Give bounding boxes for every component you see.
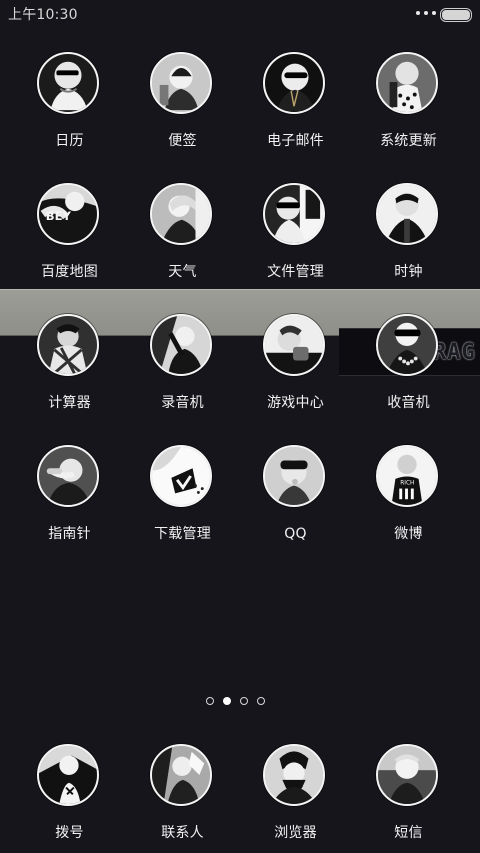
notes-label: 便签	[168, 133, 197, 149]
page-indicator	[206, 697, 265, 705]
qq-app[interactable]: QQ	[239, 445, 352, 576]
dialer-app[interactable]: 拨号	[13, 744, 126, 853]
system-update-app[interactable]: 系统更新	[352, 52, 465, 183]
calculator-label: 计算器	[48, 395, 91, 411]
weibo-label: 微博	[394, 526, 423, 542]
app-grid: 日历 便签 电子邮件 系统更新 BEY 百度地图 天气 文件管理 时钟 计算器 …	[0, 52, 480, 576]
browser-app[interactable]: 浏览器	[239, 744, 352, 853]
game-center-label: 游戏中心	[267, 395, 324, 411]
messages-icon[interactable]	[376, 744, 438, 806]
svg-text:RICH: RICH	[400, 481, 414, 487]
more-dots-icon[interactable]	[416, 11, 436, 15]
radio-icon[interactable]	[376, 314, 438, 376]
svg-text:BEY: BEY	[46, 209, 72, 223]
compass-icon[interactable]	[37, 445, 99, 507]
baidu-map-app[interactable]: BEY 百度地图	[13, 183, 126, 314]
page-dot-4[interactable]	[257, 697, 265, 705]
messages-app[interactable]: 短信	[352, 744, 465, 853]
calendar-app[interactable]: 日历	[13, 52, 126, 183]
email-label: 电子邮件	[267, 133, 324, 149]
page-dot-1[interactable]	[206, 697, 214, 705]
calculator-icon[interactable]	[37, 314, 99, 376]
system-update-label: 系统更新	[380, 133, 437, 149]
browser-icon[interactable]	[263, 744, 325, 806]
notes-app[interactable]: 便签	[126, 52, 239, 183]
weibo-app[interactable]: RICH 微博	[352, 445, 465, 576]
download-manager-app[interactable]: 下载管理	[126, 445, 239, 576]
recorder-app[interactable]: 录音机	[126, 314, 239, 445]
phone-icon[interactable]	[37, 744, 99, 806]
page-dot-2-active[interactable]	[223, 697, 231, 705]
dock: 拨号 联系人 浏览器 短信	[13, 744, 465, 853]
weather-icon[interactable]	[150, 183, 212, 245]
download-icon[interactable]	[150, 445, 212, 507]
email-icon[interactable]	[263, 52, 325, 114]
clock-icon[interactable]	[376, 183, 438, 245]
radio-label: 收音机	[387, 395, 430, 411]
compass-label: 指南针	[48, 526, 91, 542]
recorder-label: 录音机	[161, 395, 204, 411]
battery-icon	[440, 8, 472, 22]
home-screen: 上午10:30 RAG 日历 便签 电子邮件 系统更新 BEY 百度地图 天气 …	[0, 0, 480, 853]
file-manager-label: 文件管理	[267, 264, 324, 280]
compass-app[interactable]: 指南针	[13, 445, 126, 576]
calendar-icon[interactable]	[37, 52, 99, 114]
clock-app[interactable]: 时钟	[352, 183, 465, 314]
system-update-icon[interactable]	[376, 52, 438, 114]
contacts-icon[interactable]	[150, 744, 212, 806]
file-manager-icon[interactable]	[263, 183, 325, 245]
qq-icon[interactable]	[263, 445, 325, 507]
baidu-map-label: 百度地图	[41, 264, 98, 280]
download-manager-label: 下载管理	[154, 526, 211, 542]
file-manager-app[interactable]: 文件管理	[239, 183, 352, 314]
messages-label: 短信	[394, 825, 423, 841]
game-center-app[interactable]: 游戏中心	[239, 314, 352, 445]
calendar-label: 日历	[55, 133, 84, 149]
weather-label: 天气	[168, 264, 197, 280]
page-dot-3[interactable]	[240, 697, 248, 705]
weather-app[interactable]: 天气	[126, 183, 239, 314]
qq-label: QQ	[284, 526, 307, 542]
notes-icon[interactable]	[150, 52, 212, 114]
dialer-label: 拨号	[55, 825, 84, 841]
weibo-icon[interactable]: RICH	[376, 445, 438, 507]
calculator-app[interactable]: 计算器	[13, 314, 126, 445]
map-icon[interactable]: BEY	[37, 183, 99, 245]
contacts-label: 联系人	[161, 825, 204, 841]
status-time: 上午10:30	[8, 7, 78, 23]
browser-label: 浏览器	[274, 825, 317, 841]
contacts-app[interactable]: 联系人	[126, 744, 239, 853]
radio-app[interactable]: 收音机	[352, 314, 465, 445]
status-bar: 上午10:30	[0, 0, 480, 28]
email-app[interactable]: 电子邮件	[239, 52, 352, 183]
game-center-icon[interactable]	[263, 314, 325, 376]
clock-label: 时钟	[394, 264, 423, 280]
recorder-icon[interactable]	[150, 314, 212, 376]
